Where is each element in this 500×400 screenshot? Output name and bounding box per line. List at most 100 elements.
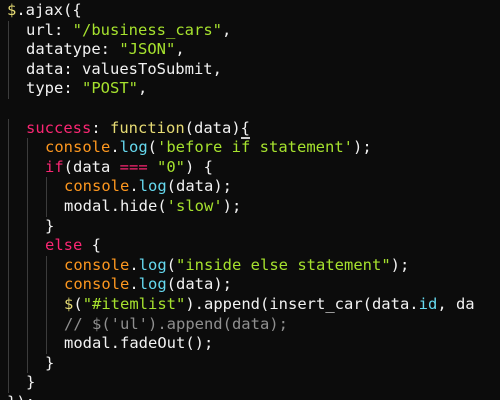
indent-guide bbox=[27, 334, 28, 354]
code-token: , bbox=[138, 79, 148, 98]
code-line[interactable]: console.log('before if statement'); bbox=[0, 138, 500, 158]
code-token: : bbox=[91, 118, 110, 137]
code-token: log bbox=[138, 177, 167, 196]
indent-guide bbox=[27, 353, 28, 374]
code-token: }); bbox=[7, 393, 35, 400]
code-token: "JSON" bbox=[119, 40, 176, 59]
indent-guide bbox=[27, 196, 28, 217]
code-line[interactable]: url: "/business_cars", bbox=[0, 20, 500, 41]
code-line[interactable]: success: function(data){ bbox=[0, 118, 500, 139]
code-line[interactable]: else { bbox=[0, 236, 500, 256]
code-line[interactable]: modal.fadeOut(); bbox=[0, 334, 500, 354]
indent-guide bbox=[8, 79, 9, 99]
code-token: , da bbox=[437, 294, 475, 313]
code-line[interactable]: }); bbox=[0, 393, 500, 400]
code-token: else bbox=[45, 236, 83, 255]
code-token: (data); bbox=[166, 177, 232, 196]
indent-guide bbox=[8, 373, 9, 393]
code-token: ) { bbox=[185, 157, 214, 176]
code-token: "POST" bbox=[82, 79, 138, 98]
indent-guide bbox=[27, 314, 28, 335]
code-token: ( bbox=[73, 294, 83, 313]
code-token: console bbox=[64, 275, 130, 294]
code-line[interactable]: } bbox=[0, 373, 500, 393]
code-line[interactable]: datatype: "JSON", bbox=[0, 40, 500, 60]
code-token: data bbox=[26, 59, 64, 78]
code-line[interactable]: ​ bbox=[0, 99, 500, 119]
indent-guide bbox=[8, 236, 9, 256]
code-line[interactable]: // $('ul').append(data); bbox=[0, 314, 500, 335]
code-line[interactable]: type: "POST", bbox=[0, 79, 500, 99]
code-line[interactable]: } bbox=[0, 216, 500, 237]
code-token: // $('ul').append(data); bbox=[64, 314, 288, 333]
code-token: .ajax({ bbox=[16, 1, 82, 19]
code-editor[interactable]: $.ajax({url: "/business_cars", datatype: … bbox=[0, 0, 500, 400]
indent-guide bbox=[8, 314, 9, 335]
code-token: log bbox=[119, 138, 148, 157]
code-token: , bbox=[221, 20, 232, 39]
indent-guide bbox=[8, 59, 9, 80]
code-line[interactable]: console.log(data); bbox=[0, 177, 500, 197]
code-token: "inside else statement" bbox=[176, 255, 391, 274]
code-token: log bbox=[138, 275, 167, 294]
code-line[interactable]: } bbox=[0, 353, 500, 374]
code-line[interactable]: console.log(data); bbox=[0, 275, 500, 295]
indent-guide bbox=[27, 157, 28, 178]
indent-guide bbox=[8, 216, 9, 237]
code-token: { bbox=[82, 236, 101, 255]
code-token: modal.fadeOut(); bbox=[64, 334, 214, 353]
indent-guide bbox=[8, 177, 9, 197]
code-token: id bbox=[418, 294, 438, 313]
code-token: { bbox=[240, 118, 250, 139]
indent-guide bbox=[27, 138, 28, 158]
code-token: : valuesToSubmit, bbox=[63, 59, 222, 78]
indent-guide bbox=[8, 353, 9, 374]
indent-guide bbox=[46, 314, 47, 335]
code-line[interactable]: $.ajax({ bbox=[0, 1, 500, 21]
code-token: . bbox=[129, 177, 139, 196]
code-token: console bbox=[64, 255, 130, 274]
code-line[interactable]: console.log("inside else statement"); bbox=[0, 255, 500, 276]
code-line[interactable]: if(data === "0") { bbox=[0, 157, 500, 178]
code-token: . bbox=[110, 138, 120, 157]
indent-guide bbox=[8, 255, 9, 276]
code-token: modal.hide( bbox=[64, 196, 167, 215]
code-token: $ bbox=[64, 294, 74, 313]
code-token: ).append(insert_car(data. bbox=[185, 294, 419, 313]
code-line[interactable]: data: valuesToSubmit, bbox=[0, 59, 500, 80]
code-token: "#itemlist" bbox=[82, 294, 186, 313]
indent-guide bbox=[46, 275, 47, 295]
indent-guide bbox=[27, 177, 28, 197]
indent-guide bbox=[46, 334, 47, 354]
code-token: log bbox=[138, 255, 167, 274]
code-token: function bbox=[110, 118, 185, 137]
code-line[interactable]: modal.hide('slow'); bbox=[0, 196, 500, 217]
indent-guide bbox=[46, 255, 47, 276]
code-token: , bbox=[175, 40, 185, 59]
indent-guide bbox=[8, 118, 9, 139]
code-token: "0" bbox=[157, 157, 186, 176]
code-token: : bbox=[54, 20, 73, 39]
code-token: $ bbox=[7, 1, 17, 19]
indent-guide bbox=[46, 196, 47, 217]
indent-guide bbox=[27, 294, 28, 315]
code-token: ); bbox=[222, 196, 242, 215]
indent-guide bbox=[8, 157, 9, 178]
indent-guide bbox=[8, 334, 9, 354]
code-token: === bbox=[119, 157, 148, 176]
code-token: ( bbox=[166, 255, 177, 274]
code-token: (data bbox=[63, 157, 120, 176]
indent-guide bbox=[8, 40, 9, 60]
indent-guide bbox=[27, 255, 28, 276]
indent-guide bbox=[8, 294, 9, 315]
code-token: console bbox=[45, 138, 111, 157]
indent-guide bbox=[27, 236, 28, 256]
code-token: } bbox=[26, 373, 36, 392]
code-line[interactable]: $("#itemlist").append(insert_car(data.id… bbox=[0, 294, 500, 315]
indent-guide bbox=[46, 177, 47, 197]
code-token: 'before if statement' bbox=[157, 138, 353, 157]
indent-guide bbox=[8, 275, 9, 295]
indent-guide bbox=[8, 20, 9, 41]
code-token: ( bbox=[147, 138, 158, 157]
